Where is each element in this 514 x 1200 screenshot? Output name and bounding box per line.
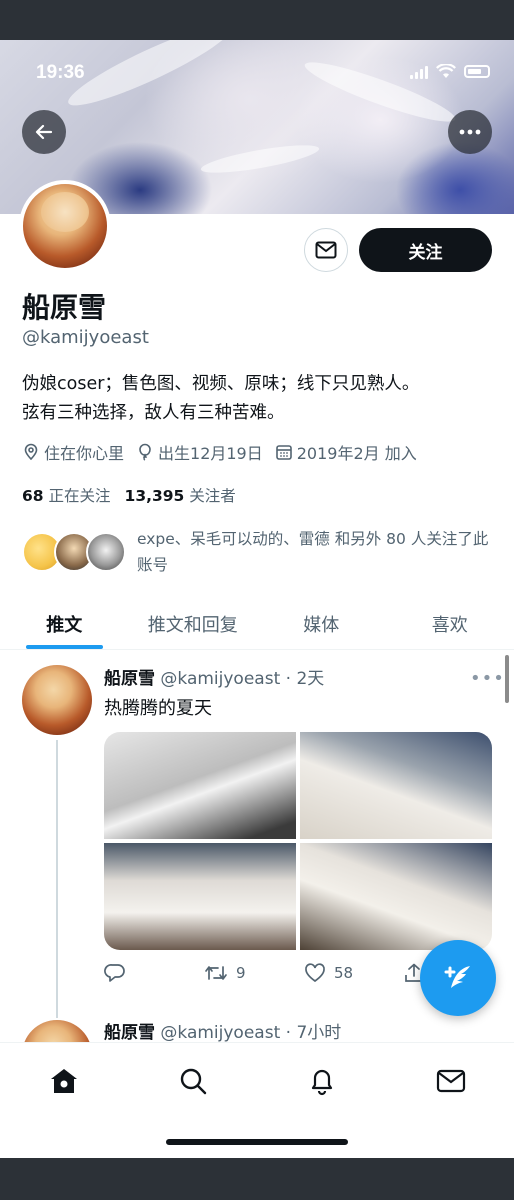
- profile-name: 船原雪: [22, 291, 107, 324]
- tab-media[interactable]: 媒体: [257, 598, 386, 649]
- profile-meta: 住在你心里 出生12月19日 2019年2月 加入: [22, 440, 417, 464]
- nav-messages[interactable]: [431, 1061, 471, 1101]
- status-icons: [410, 64, 490, 79]
- tweet-meta: @kamijyoeast · 2天: [160, 669, 325, 689]
- followed-by-preview[interactable]: expe、呆毛可以动的、雷德 和另外 80 人关注了此账号: [22, 526, 502, 576]
- birthday-text: 出生12月19日: [158, 444, 263, 463]
- tweet-header: 船原雪 @kamijyoeast · 7小时: [104, 1018, 341, 1043]
- like-count: 58: [334, 964, 354, 982]
- mail-icon: [315, 241, 337, 259]
- tab-tweets[interactable]: 推文: [0, 598, 129, 649]
- bio-line: 弦有三种选择，敌人有三种苦难。: [22, 403, 285, 423]
- more-icon: [459, 129, 481, 135]
- following-label: 正在关注: [48, 487, 111, 505]
- following-count: 68: [22, 487, 44, 505]
- location-pin-icon: [24, 443, 38, 461]
- device-frame-top: [0, 0, 514, 40]
- home-icon: [51, 1069, 77, 1093]
- tweet-photo[interactable]: [300, 843, 492, 950]
- compose-icon: [444, 966, 470, 988]
- joined-item: 2019年2月 加入: [275, 440, 417, 464]
- wifi-icon: [436, 64, 456, 78]
- follow-button[interactable]: 关注: [359, 228, 492, 272]
- reply-icon: [104, 964, 125, 982]
- device-frame-bottom: [0, 1158, 514, 1200]
- back-button[interactable]: [22, 110, 66, 154]
- tweet-photo[interactable]: [104, 732, 296, 839]
- screen: 19:36 关注 船原雪 @kamijyoeast 伪娘coser；售色图、视频…: [0, 40, 514, 1158]
- location-text: 住在你心里: [44, 444, 125, 463]
- tweet-actions: 9 58: [104, 958, 424, 988]
- reply-button[interactable]: [104, 963, 204, 983]
- tab-likes[interactable]: 喜欢: [386, 598, 514, 649]
- compose-button[interactable]: [420, 940, 496, 1016]
- following-stat[interactable]: 68 正在关注: [22, 484, 111, 506]
- retweet-count: 9: [236, 964, 246, 982]
- message-button[interactable]: [304, 228, 348, 272]
- followed-by-text: expe、呆毛可以动的、雷德 和另外 80 人关注了此账号: [137, 530, 489, 574]
- followers-stat[interactable]: 13,395 关注者: [125, 484, 236, 506]
- retweet-button[interactable]: 9: [204, 963, 304, 983]
- location-item: 住在你心里: [22, 440, 124, 464]
- notifications-icon: [311, 1069, 333, 1096]
- profile-tabs: 推文 推文和回复 媒体 喜欢: [0, 598, 514, 650]
- tab-tweets-replies[interactable]: 推文和回复: [129, 598, 258, 649]
- followers-count: 13,395: [124, 487, 185, 505]
- birthday-item: 出生12月19日: [136, 440, 263, 464]
- tweet-author[interactable]: 船原雪: [104, 1023, 155, 1043]
- tweet-text: 热腾腾的夏天: [104, 698, 212, 719]
- tweet-photo[interactable]: [104, 843, 296, 950]
- scrollbar[interactable]: [505, 655, 509, 703]
- more-button[interactable]: [448, 110, 492, 154]
- tweet-header: 船原雪 @kamijyoeast · 2天: [104, 664, 324, 689]
- like-button[interactable]: 58: [304, 963, 404, 983]
- nav-search[interactable]: [173, 1061, 213, 1101]
- status-bar: 19:36: [0, 40, 514, 100]
- nav-home[interactable]: [44, 1061, 84, 1101]
- back-arrow-icon: [35, 124, 53, 140]
- tweet-avatar[interactable]: [22, 665, 92, 735]
- signal-icon: [410, 65, 428, 79]
- balloon-icon: [139, 443, 151, 461]
- tweet-more-icon[interactable]: •••: [470, 668, 505, 689]
- heart-icon: [305, 963, 325, 983]
- follower-avatar: [86, 532, 126, 572]
- calendar-icon: [275, 445, 292, 460]
- joined-text: 2019年2月 加入: [296, 444, 417, 463]
- bottom-nav: [0, 1042, 514, 1158]
- tweet-media-grid: [104, 732, 492, 950]
- home-indicator[interactable]: [166, 1139, 348, 1145]
- tweet-meta: @kamijyoeast · 7小时: [160, 1023, 342, 1043]
- retweet-icon: [205, 966, 227, 980]
- nav-notifications[interactable]: [302, 1061, 342, 1101]
- profile-bio: 伪娘coser；售色图、视频、原味；线下只见熟人。 弦有三种选择，敌人有三种苦难…: [22, 370, 502, 428]
- battery-icon: [464, 65, 490, 78]
- search-icon: [180, 1068, 207, 1095]
- status-time: 19:36: [36, 62, 85, 83]
- profile-avatar[interactable]: [19, 180, 111, 272]
- tweet-author[interactable]: 船原雪: [104, 669, 155, 689]
- bio-line: 伪娘coser；售色图、视频、原味；线下只见熟人。: [22, 374, 420, 394]
- thread-line: [56, 740, 58, 1018]
- tweet-photo[interactable]: [300, 732, 492, 839]
- messages-icon: [436, 1069, 466, 1093]
- profile-stats: 68 正在关注 13,395 关注者: [22, 484, 236, 506]
- profile-handle: @kamijyoeast: [22, 327, 149, 348]
- followers-label: 关注者: [189, 487, 236, 505]
